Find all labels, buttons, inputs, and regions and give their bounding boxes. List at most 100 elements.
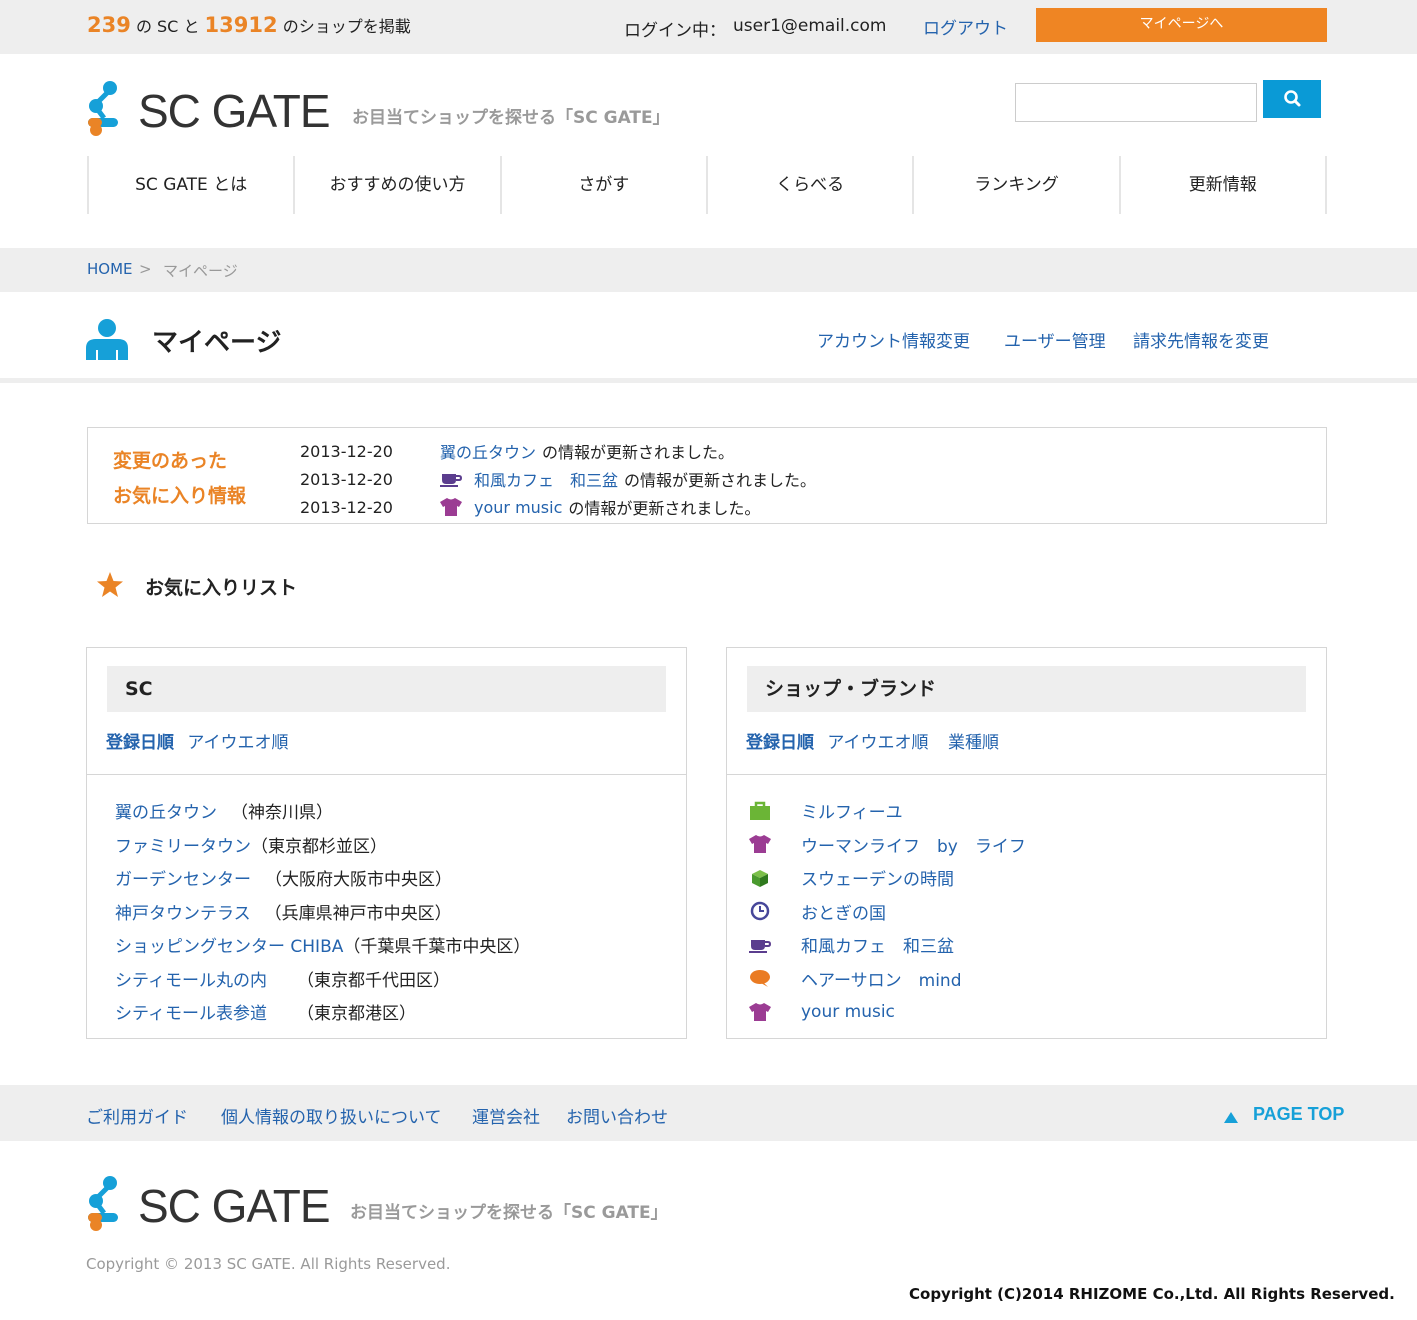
nav-search[interactable]: さがす (499, 156, 706, 214)
favorites-title: お気に入りリスト (145, 577, 298, 599)
listing-count: 239 の SC と 13912 のショップを掲載 (87, 13, 411, 37)
sort-by-date[interactable]: 登録日順 (106, 733, 174, 753)
update-item-link[interactable]: 和風カフェ 和三盆 (474, 467, 618, 491)
favorite-sc-panel: SC 登録日順 アイウエオ順 翼の丘タウン （神奈川県） ファミリータウン （東京都… (86, 647, 687, 1039)
update-item-link[interactable]: your music (474, 498, 562, 517)
sc-location: （大阪府大阪市中央区） (265, 870, 452, 891)
sort-by-category[interactable]: 業種順 (948, 733, 999, 753)
shop-link[interactable]: ウーマンライフ by ライフ (801, 832, 1026, 857)
shop-link[interactable]: your music (801, 1002, 895, 1022)
sc-link[interactable]: ショッピングセンター CHIBA (115, 932, 343, 957)
updates-heading-line2: お気に入り情報 (113, 485, 247, 507)
list-item: スウェーデンの時間 (749, 861, 1026, 895)
footer-contact-link[interactable]: お問い合わせ (566, 1103, 668, 1128)
update-text: の情報が更新されました。 (624, 471, 817, 490)
shop-list: ミルフィーユ ウーマンライフ by ライフ スウェーデンの時間 おとぎの国 和風… (749, 794, 1026, 1029)
update-item: 2013-12-20 翼の丘タウン の情報が更新されました。 (300, 439, 734, 463)
sort-options: 登録日順 アイウエオ順 (106, 728, 289, 753)
shop-link[interactable]: ミルフィーユ (801, 798, 903, 823)
sc-link[interactable]: ファミリータウン (115, 832, 251, 857)
divider (0, 378, 1417, 383)
breadcrumb: HOME > マイページ (0, 248, 1417, 292)
sc-link[interactable]: 神戸タウンテラス (115, 899, 251, 924)
update-date: 2013-12-20 (300, 469, 393, 489)
breadcrumb-separator: > (139, 260, 152, 278)
nav-about[interactable]: SC GATE とは (87, 156, 293, 214)
search-button[interactable] (1263, 80, 1321, 118)
sc-location: （神奈川県） (231, 803, 333, 824)
footer-logo[interactable]: SC GATE (86, 1175, 331, 1233)
panel-heading: ショップ・ブランド (747, 666, 1306, 712)
tshirt-icon (440, 498, 462, 516)
footer-company-link[interactable]: 運営会社 (472, 1103, 540, 1128)
sc-link[interactable]: シティモール表参道 (115, 999, 267, 1024)
footer-privacy-link[interactable]: 個人情報の取り扱いについて (221, 1103, 442, 1128)
sort-options: 登録日順 アイウエオ順 業種順 (746, 728, 999, 753)
list-item: ショッピングセンター CHIBA （千葉県千葉市中央区） (115, 928, 530, 962)
copyright-rhizome: Copyright (C)2014 RHIZOME Co.,Ltd. All R… (909, 1285, 1395, 1303)
list-item: シティモール表参道 （東京都港区） (115, 995, 530, 1029)
clock-icon (750, 902, 770, 921)
update-item-link[interactable]: 翼の丘タウン (440, 439, 536, 463)
list-item: ヘアーサロン mind (749, 962, 1026, 996)
sc-link[interactable]: シティモール丸の内 (115, 966, 267, 991)
site-logo[interactable]: SC GATE (86, 80, 331, 138)
billing-settings-link[interactable]: 請求先情報を変更 (1133, 327, 1269, 352)
list-item: 和風カフェ 和三盆 (749, 928, 1026, 962)
logo-text: SC GATE (138, 85, 331, 137)
nav-compare[interactable]: くらべる (705, 156, 912, 214)
list-item: 翼の丘タウン （神奈川県） (115, 794, 530, 828)
breadcrumb-home[interactable]: HOME (87, 260, 133, 278)
mypage-button[interactable]: マイページへ (1036, 8, 1327, 42)
nav-updates[interactable]: 更新情報 (1118, 156, 1327, 214)
updates-heading: 変更のあった お気に入り情報 (113, 444, 246, 514)
copyright: Copyright © 2013 SC GATE. All Rights Res… (86, 1255, 451, 1273)
user-management-link[interactable]: ユーザー管理 (1004, 327, 1106, 352)
list-item: ガーデンセンター （大阪府大阪市中央区） (115, 861, 530, 895)
shop-link[interactable]: 和風カフェ 和三盆 (801, 932, 954, 957)
page-top-link[interactable]: PAGE TOP (1253, 1104, 1344, 1125)
favorite-updates-box: 変更のあった お気に入り情報 2013-12-20 翼の丘タウン の情報が更新さ… (87, 427, 1327, 524)
shop-count: 13912 (204, 13, 278, 37)
top-bar: 239 の SC と 13912 のショップを掲載 ログイン中： user1@e… (0, 0, 1417, 54)
list-item: おとぎの国 (749, 895, 1026, 929)
nav-recommended-use[interactable]: おすすめの使い方 (293, 156, 499, 214)
login-email: user1@email.com (733, 16, 887, 36)
sc-count: 239 (87, 13, 131, 37)
shop-link[interactable]: ヘアーサロン mind (801, 966, 962, 991)
sc-location: （東京都杉並区） (251, 836, 387, 857)
account-settings-link[interactable]: アカウント情報変更 (817, 327, 970, 352)
breadcrumb-current: マイページ (163, 262, 238, 280)
list-item: ウーマンライフ by ライフ (749, 828, 1026, 862)
sort-by-date[interactable]: 登録日順 (746, 733, 814, 753)
logo-mark-icon (88, 1176, 118, 1231)
list-item: ファミリータウン （東京都杉並区） (115, 828, 530, 862)
favorite-shop-panel: ショップ・ブランド 登録日順 アイウエオ順 業種順 ミルフィーユ ウーマンライフ… (726, 647, 1327, 1039)
search-input[interactable] (1015, 83, 1257, 122)
sc-link[interactable]: 翼の丘タウン (115, 798, 217, 823)
update-item: 2013-12-20 your music の情報が更新されました。 (300, 495, 760, 519)
divider (87, 774, 686, 775)
divider (727, 774, 1326, 775)
nav-ranking[interactable]: ランキング (912, 156, 1118, 214)
sc-location: （兵庫県神戸市中央区） (264, 903, 452, 924)
arrow-up-icon (1224, 1112, 1238, 1123)
update-text: の情報が更新されました。 (568, 499, 761, 518)
update-date: 2013-12-20 (300, 441, 393, 461)
tshirt-icon (749, 835, 771, 854)
shop-link[interactable]: スウェーデンの時間 (801, 865, 954, 890)
list-item: your music (749, 995, 1026, 1029)
cup-icon (749, 939, 771, 953)
sc-location: （東京都千代田区） (296, 970, 450, 991)
sort-by-kana[interactable]: アイウエオ順 (827, 733, 928, 753)
shop-link[interactable]: おとぎの国 (801, 899, 886, 924)
footer-guide-link[interactable]: ご利用ガイド (86, 1103, 188, 1128)
logout-link[interactable]: ログアウト (923, 14, 1008, 39)
list-item: 神戸タウンテラス （兵庫県神戸市中央区） (115, 895, 530, 929)
star-icon (97, 572, 123, 597)
update-text: の情報が更新されました。 (542, 443, 735, 462)
cube-icon (752, 869, 768, 887)
sort-by-kana[interactable]: アイウエオ順 (187, 733, 288, 753)
sc-link[interactable]: ガーデンセンター (115, 865, 251, 890)
main-nav: SC GATE とは おすすめの使い方 さがす くらべる ランキング 更新情報 (87, 156, 1327, 214)
